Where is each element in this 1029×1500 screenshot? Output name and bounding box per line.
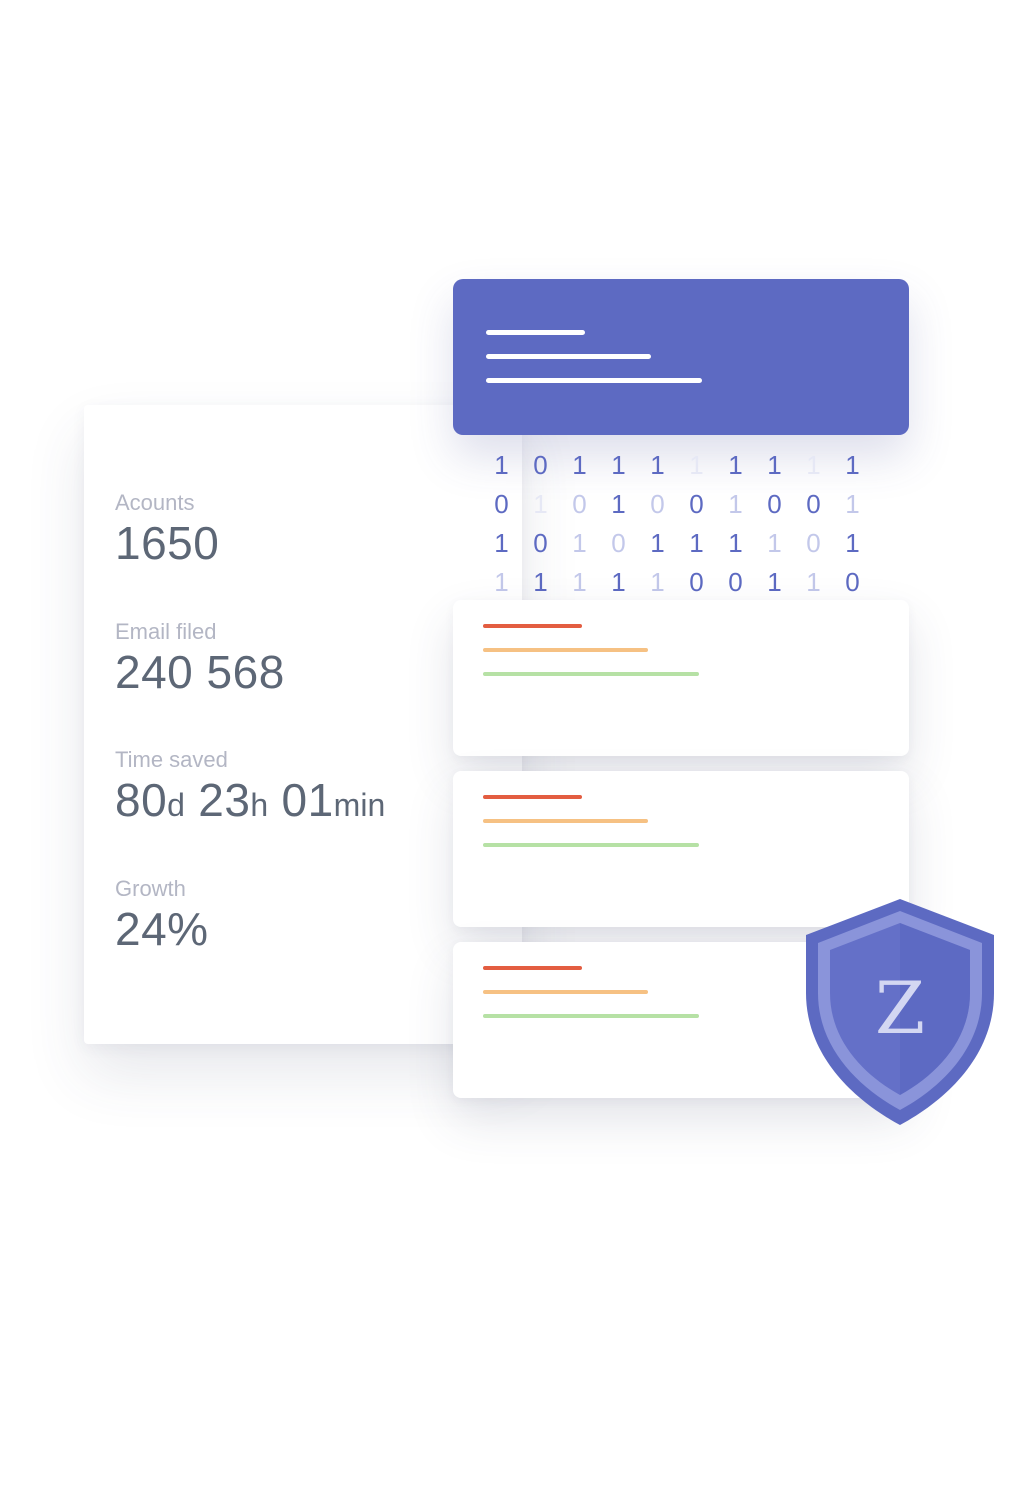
stat-growth: Growth 24% bbox=[115, 876, 209, 956]
binary-digit: 0 bbox=[728, 567, 743, 597]
binary-digit: 0 bbox=[650, 489, 665, 519]
minutes-unit: min bbox=[333, 787, 386, 823]
binary-digit: 0 bbox=[533, 528, 548, 558]
binary-digit: 1 bbox=[650, 567, 665, 597]
binary-digit: 1 bbox=[611, 567, 626, 597]
orange-placeholder-line bbox=[483, 648, 648, 652]
binary-digit: 1 bbox=[494, 450, 509, 480]
binary-digit: 0 bbox=[689, 489, 704, 519]
binary-digit: 1 bbox=[767, 528, 782, 558]
binary-digit: 0 bbox=[806, 528, 821, 558]
binary-digit: 0 bbox=[494, 489, 509, 519]
shield-letter: Z bbox=[875, 966, 925, 1050]
binary-digit: 1 bbox=[845, 450, 860, 480]
stat-time-saved: Time saved 80d 23h 01min bbox=[115, 747, 385, 832]
binary-digit: 1 bbox=[728, 528, 743, 558]
binary-digit: 0 bbox=[689, 567, 704, 597]
binary-digit: 1 bbox=[689, 450, 704, 480]
binary-digit: 1 bbox=[728, 489, 743, 519]
binary-digit: 0 bbox=[611, 528, 626, 558]
binary-row: 1010111101 bbox=[482, 526, 872, 560]
binary-digit: 0 bbox=[845, 567, 860, 597]
hours-value: 23 bbox=[198, 774, 251, 826]
red-placeholder-line bbox=[483, 795, 582, 799]
stat-email-filed: Email filed 240 568 bbox=[115, 619, 285, 699]
message-card bbox=[453, 600, 909, 756]
binary-digit: 0 bbox=[806, 489, 821, 519]
binary-digit: 1 bbox=[845, 528, 860, 558]
hours-unit: h bbox=[250, 787, 269, 823]
binary-digit: 1 bbox=[728, 450, 743, 480]
illustration-stage: Acounts 1650 Email filed 240 568 Time sa… bbox=[0, 0, 1029, 1500]
binary-digit: 1 bbox=[494, 528, 509, 558]
green-placeholder-line bbox=[483, 843, 699, 847]
binary-digit: 0 bbox=[767, 489, 782, 519]
stat-label: Email filed bbox=[115, 619, 217, 644]
text-placeholder-line bbox=[486, 330, 585, 335]
binary-digit: 1 bbox=[806, 567, 821, 597]
shield-icon: Z bbox=[806, 899, 994, 1125]
binary-digit: 1 bbox=[572, 567, 587, 597]
green-placeholder-line bbox=[483, 1014, 699, 1018]
binary-digit: 1 bbox=[611, 489, 626, 519]
red-placeholder-line bbox=[483, 966, 582, 970]
binary-digit: 1 bbox=[767, 450, 782, 480]
blue-header-card bbox=[453, 279, 909, 435]
minutes-value: 01 bbox=[281, 774, 334, 826]
binary-digit: 1 bbox=[845, 489, 860, 519]
binary-row: 1111100110 bbox=[482, 565, 872, 599]
binary-digit: 1 bbox=[689, 528, 704, 558]
stat-value: 1650 bbox=[115, 517, 220, 569]
binary-digit: 1 bbox=[572, 450, 587, 480]
stat-label: Growth bbox=[115, 876, 186, 901]
orange-placeholder-line bbox=[483, 990, 648, 994]
binary-stream: 1011111111010100100110101111011111100110 bbox=[482, 448, 872, 604]
binary-digit: 1 bbox=[572, 528, 587, 558]
stat-value: 24% bbox=[115, 903, 209, 955]
stat-accounts: Acounts 1650 bbox=[115, 490, 219, 570]
binary-row: 1011111111 bbox=[482, 448, 872, 482]
binary-digit: 1 bbox=[767, 567, 782, 597]
binary-digit: 0 bbox=[572, 489, 587, 519]
binary-digit: 1 bbox=[650, 450, 665, 480]
days-unit: d bbox=[167, 787, 185, 823]
binary-digit: 0 bbox=[533, 450, 548, 480]
stat-value: 80d 23h 01min bbox=[115, 773, 385, 832]
binary-digit: 1 bbox=[533, 567, 548, 597]
text-placeholder-line bbox=[486, 354, 651, 359]
stat-label: Time saved bbox=[115, 747, 228, 772]
green-placeholder-line bbox=[483, 672, 699, 676]
text-placeholder-line bbox=[486, 378, 702, 383]
binary-digit: 1 bbox=[494, 567, 509, 597]
stat-value: 240 568 bbox=[115, 646, 285, 698]
orange-placeholder-line bbox=[483, 819, 648, 823]
binary-digit: 1 bbox=[611, 450, 626, 480]
binary-digit: 1 bbox=[650, 528, 665, 558]
days-value: 80 bbox=[115, 774, 168, 826]
red-placeholder-line bbox=[483, 624, 582, 628]
binary-digit: 1 bbox=[806, 450, 821, 480]
binary-row: 0101001001 bbox=[482, 487, 872, 521]
binary-digit: 1 bbox=[533, 489, 548, 519]
stat-label: Acounts bbox=[115, 490, 195, 515]
